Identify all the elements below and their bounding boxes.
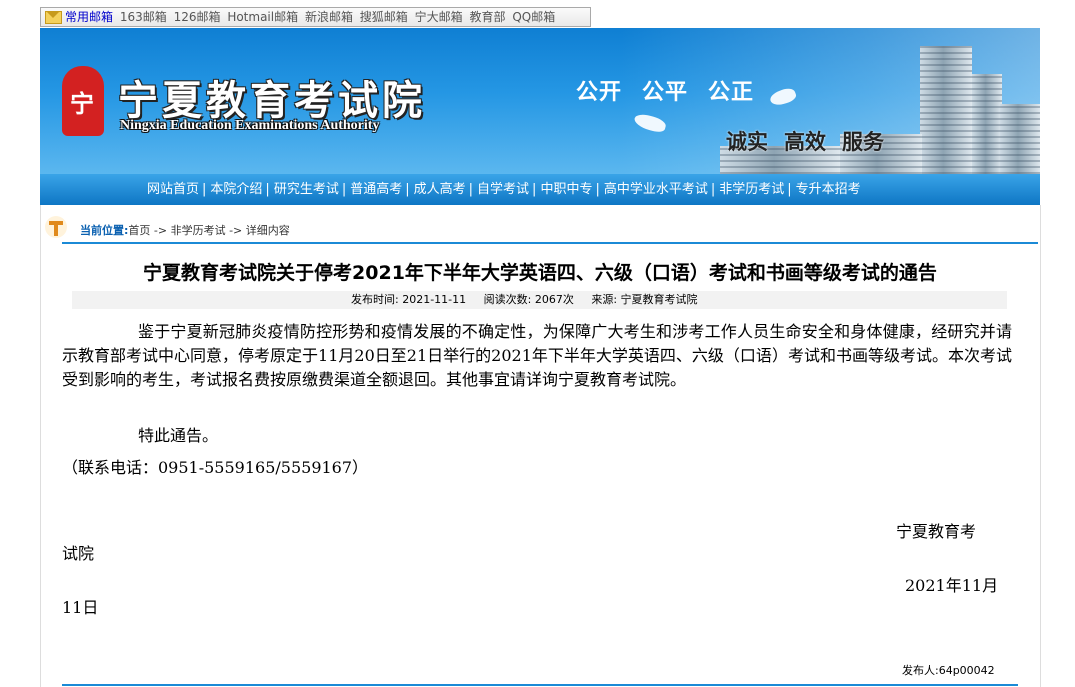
nav-separator: |: [468, 182, 474, 197]
nav-item-self-study[interactable]: 自学考试: [477, 182, 529, 197]
nav-item-about[interactable]: 本院介绍: [210, 182, 262, 197]
mail-link-common[interactable]: 常用邮箱: [65, 10, 113, 24]
mail-link-163[interactable]: 163邮箱: [120, 10, 167, 24]
notice-line: 特此通告。: [138, 426, 219, 445]
mail-icon: [45, 11, 62, 24]
mail-link-126[interactable]: 126邮箱: [174, 10, 221, 24]
mail-link-sohu[interactable]: 搜狐邮箱: [360, 10, 408, 24]
nav-item-gaokao[interactable]: 普通高考: [350, 182, 402, 197]
building-skyscraper: [920, 46, 972, 174]
publisher-id: 发布人:64p00042: [902, 664, 995, 677]
breadcrumb-label: 当前位置:: [80, 224, 129, 237]
breadcrumb: 当前位置:首页 -> 非学历考试 -> 详细内容: [80, 222, 290, 238]
slogan-bottom-item: 服务: [842, 130, 884, 154]
nav-separator: |: [202, 182, 207, 197]
nav-item-home[interactable]: 网站首页: [147, 182, 199, 197]
mail-link-qq[interactable]: QQ邮箱: [512, 10, 555, 24]
nav-separator: |: [532, 182, 537, 197]
nav-separator: |: [710, 182, 716, 197]
breadcrumb-divider: [62, 242, 1038, 244]
nav-item-vocational[interactable]: 中职中专: [540, 182, 592, 197]
publish-date: 发布时间: 2021-11-11: [351, 293, 467, 306]
nav-item-academic-level[interactable]: 高中学业水平考试: [604, 182, 708, 197]
slogan-bottom-item: 诚实: [726, 130, 768, 154]
mail-link-sina[interactable]: 新浪邮箱: [305, 10, 353, 24]
site-logo-subtitle: Ningxia Education Examinations Authority: [120, 118, 380, 133]
nav-item-upgrade[interactable]: 专升本招考: [796, 182, 861, 197]
view-count: 阅读次数: 2067次: [483, 293, 574, 306]
nav-item-non-degree[interactable]: 非学历考试: [719, 182, 784, 197]
slogan-bottom-item: 高效: [784, 130, 826, 154]
building-block: [1000, 104, 1040, 174]
signature-date-part1: 2021年11月: [905, 576, 999, 595]
slogan-top: 公开 公平 公正: [576, 74, 774, 106]
nav-separator: |: [787, 182, 792, 197]
contact-phone: （联系电话：0951-5559165/5559167）: [62, 458, 369, 477]
slogan-top-item: 公平: [642, 80, 689, 105]
nav-separator: |: [341, 182, 347, 197]
article-source: 来源: 宁夏教育考试院: [591, 293, 698, 306]
nav-item-graduate[interactable]: 研究生考试: [274, 182, 339, 197]
article-paragraph: 鉴于宁夏新冠肺炎疫情防控形势和疫情发展的不确定性，为保障广大考生和涉考工作人员生…: [62, 322, 1012, 389]
mail-link-hotmail[interactable]: Hotmail邮箱: [227, 10, 298, 24]
logo-seal-icon: [62, 66, 104, 136]
nav-separator: |: [405, 182, 410, 197]
slogan-bottom: 诚实 高效 服务: [726, 126, 900, 156]
nav-item-adult[interactable]: 成人高考: [414, 182, 466, 197]
location-icon: [45, 216, 67, 238]
article-meta: 发布时间: 2021-11-11 阅读次数: 2067次 来源: 宁夏教育考试院: [72, 291, 1007, 309]
nav-separator: |: [595, 182, 600, 197]
signature-date-part2: 11日: [62, 598, 99, 617]
slogan-top-item: 公开: [576, 80, 623, 105]
building-tower: [972, 74, 1002, 174]
nav-separator: |: [265, 182, 270, 197]
article-title: 宁夏教育考试院关于停考2021年下半年大学英语四、六级（口语）考试和书画等级考试…: [143, 262, 937, 284]
slogan-top-item: 公正: [708, 80, 755, 105]
mail-link-nxu[interactable]: 宁大邮箱: [415, 10, 463, 24]
mail-links-bar: 常用邮箱 163邮箱 126邮箱 Hotmail邮箱 新浪邮箱 搜狐邮箱 宁大邮…: [40, 7, 591, 27]
signature-org-part1: 宁夏教育考: [896, 522, 977, 541]
signature-org-part2: 试院: [62, 544, 95, 563]
footer-divider: [62, 684, 1018, 686]
main-nav: 网站首页 | 本院介绍 | 研究生考试 | 普通高考 | 成人高考 | 自学考试 | 中职中专 | 高中学业…: [40, 174, 1040, 205]
mail-link-moe[interactable]: 教育部: [469, 10, 505, 24]
header-banner: 宁夏教育考试院 Ningxia Education Examinations A…: [40, 28, 1040, 174]
breadcrumb-path[interactable]: 首页 -> 非学历考试 -> 详细内容: [128, 224, 289, 237]
